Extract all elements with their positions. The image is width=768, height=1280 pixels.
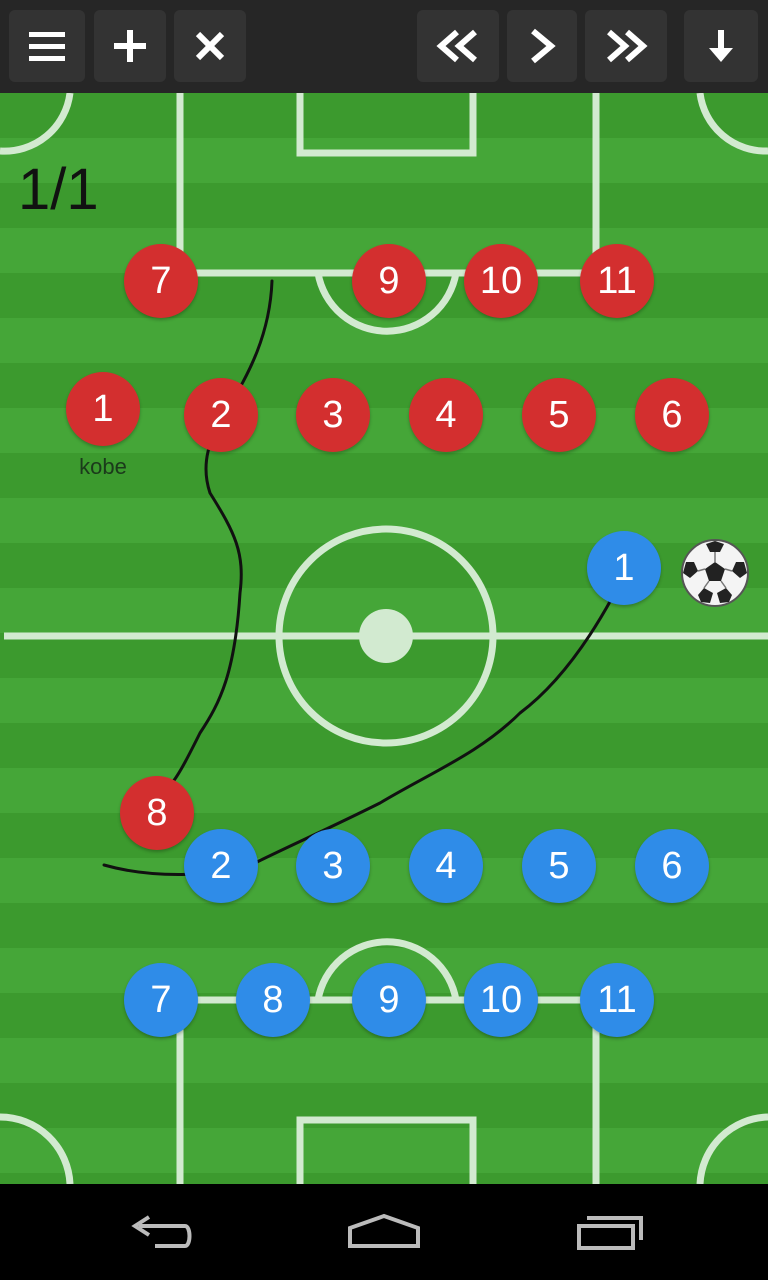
player-name-label: kobe xyxy=(79,454,127,479)
red-player-10[interactable]: 10 xyxy=(464,244,538,318)
blue-player-3[interactable]: 3 xyxy=(296,829,370,903)
nav-back-button[interactable] xyxy=(100,1202,220,1262)
red-player-11[interactable]: 11 xyxy=(580,244,654,318)
arrow-down-icon xyxy=(709,30,733,62)
red-player-3[interactable]: 3 xyxy=(296,378,370,452)
blue-player-5[interactable]: 5 xyxy=(522,829,596,903)
recents-icon xyxy=(577,1216,643,1250)
fast-forward-icon xyxy=(607,29,648,63)
blue-player-10[interactable]: 10 xyxy=(464,963,538,1037)
red-player-4[interactable]: 4 xyxy=(409,378,483,452)
rewind-icon xyxy=(436,29,477,63)
red-player-8[interactable]: 8 xyxy=(120,776,194,850)
red-player-9[interactable]: 9 xyxy=(352,244,426,318)
navigation-bar xyxy=(0,1184,768,1280)
red-player-5[interactable]: 5 xyxy=(522,378,596,452)
frame-counter: 1/1 xyxy=(18,157,99,222)
plus-icon xyxy=(114,30,146,62)
soccer-field[interactable]: 1/1 7 9 10 11 1 kobe 2 3 4 5 6 8 1 2 3 4… xyxy=(0,93,768,1184)
toolbar xyxy=(0,0,768,93)
red-player-2[interactable]: 2 xyxy=(184,378,258,452)
rewind-button[interactable] xyxy=(417,10,499,82)
blue-player-4[interactable]: 4 xyxy=(409,829,483,903)
blue-player-8[interactable]: 8 xyxy=(236,963,310,1037)
nav-home-button[interactable] xyxy=(324,1202,444,1262)
delete-button[interactable] xyxy=(174,10,246,82)
blue-player-2[interactable]: 2 xyxy=(184,829,258,903)
nav-recents-button[interactable] xyxy=(551,1202,671,1262)
blue-player-11[interactable]: 11 xyxy=(580,963,654,1037)
close-icon xyxy=(195,31,225,61)
home-icon xyxy=(348,1213,420,1248)
red-player-7[interactable]: 7 xyxy=(124,244,198,318)
play-icon xyxy=(531,28,556,64)
play-button[interactable] xyxy=(507,10,577,82)
fast-forward-button[interactable] xyxy=(585,10,667,82)
blue-player-9[interactable]: 9 xyxy=(352,963,426,1037)
red-player-1[interactable]: 1 xyxy=(66,372,140,446)
add-button[interactable] xyxy=(94,10,166,82)
blue-player-7[interactable]: 7 xyxy=(124,963,198,1037)
blue-player-6[interactable]: 6 xyxy=(635,829,709,903)
red-player-6[interactable]: 6 xyxy=(635,378,709,452)
menu-icon xyxy=(29,32,65,61)
soccer-ball-icon[interactable] xyxy=(680,538,750,608)
download-button[interactable] xyxy=(684,10,758,82)
back-icon xyxy=(131,1215,192,1248)
menu-button[interactable] xyxy=(9,10,85,82)
blue-player-1[interactable]: 1 xyxy=(587,531,661,605)
